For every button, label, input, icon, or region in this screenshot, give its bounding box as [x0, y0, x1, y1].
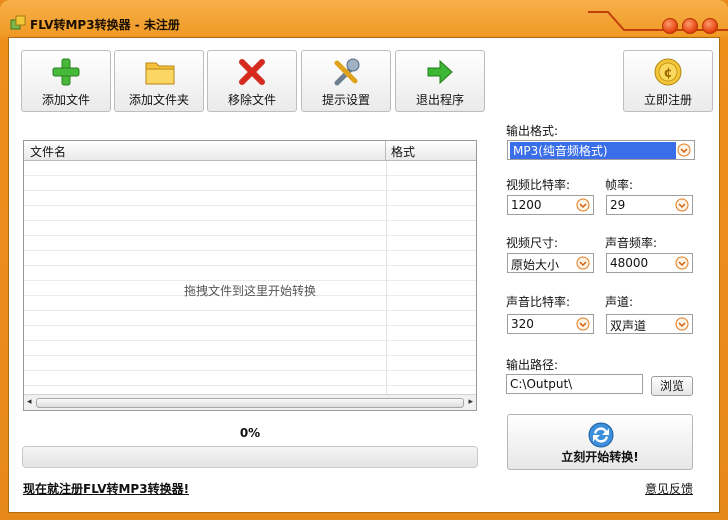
- column-divider[interactable]: [385, 141, 386, 160]
- framerate-value: 29: [610, 198, 626, 212]
- video-bitrate-select[interactable]: 1200: [507, 195, 594, 215]
- progress-percent: 0%: [239, 426, 261, 440]
- plus-icon: [52, 58, 80, 86]
- register-now-label: 立即注册: [643, 93, 692, 107]
- add-folder-button[interactable]: 添加文件夹: [114, 50, 204, 112]
- channels-label: 声道:: [605, 295, 634, 309]
- chevron-down-icon: [675, 256, 689, 270]
- sample-rate-value: 48000: [610, 256, 649, 270]
- delete-x-icon: [239, 59, 265, 85]
- minimize-button[interactable]: [662, 18, 678, 34]
- channels-value: 双声道: [610, 319, 647, 333]
- register-link[interactable]: 现在就注册FLV转MP3转换器!: [23, 480, 189, 497]
- register-now-button[interactable]: ¢ 立即注册: [623, 50, 713, 112]
- convert-refresh-icon: [588, 422, 614, 448]
- start-convert-button[interactable]: 立刻开始转换!: [507, 414, 693, 470]
- browse-button[interactable]: 浏览: [651, 376, 693, 396]
- start-convert-label: 立刻开始转换!: [561, 450, 639, 464]
- output-path-input[interactable]: C:\Output\: [506, 374, 643, 394]
- channels-select[interactable]: 双声道: [606, 314, 693, 334]
- output-format-select[interactable]: MP3(纯音频格式): [507, 140, 695, 160]
- title-bar[interactable]: FLV转MP3转换器 - 未注册: [0, 0, 728, 36]
- sample-rate-label: 声音频率:: [605, 236, 658, 250]
- svg-text:¢: ¢: [663, 66, 672, 81]
- column-format[interactable]: 格式: [391, 143, 415, 160]
- folder-icon: [145, 62, 175, 85]
- framerate-label: 帧率:: [605, 178, 634, 192]
- audio-bitrate-value: 320: [511, 317, 534, 331]
- maximize-button[interactable]: [682, 18, 698, 34]
- remove-file-label: 移除文件: [227, 93, 276, 107]
- tools-icon: [334, 58, 360, 86]
- chevron-down-icon: [576, 317, 590, 331]
- progress-bar: [22, 446, 478, 468]
- audio-bitrate-select[interactable]: 320: [507, 314, 594, 334]
- drop-hint-text: 拖拽文件到这里开始转换: [183, 284, 316, 298]
- column-filename[interactable]: 文件名: [30, 143, 66, 160]
- video-bitrate-value: 1200: [511, 198, 542, 212]
- chevron-down-icon: [675, 198, 689, 212]
- audio-bitrate-label: 声音比特率:: [506, 295, 571, 309]
- app-logo-icon: [10, 15, 26, 30]
- exit-program-label: 退出程序: [415, 93, 464, 107]
- video-size-value: 原始大小: [511, 258, 560, 272]
- scroll-right-icon[interactable]: ▸: [468, 397, 473, 407]
- remove-file-button[interactable]: 移除文件: [207, 50, 297, 112]
- chevron-down-icon: [576, 256, 590, 270]
- output-path-label: 输出路径:: [506, 358, 559, 372]
- file-list-header: 文件名 格式: [24, 141, 476, 161]
- video-size-label: 视频尺寸:: [506, 236, 559, 250]
- output-format-label: 输出格式:: [506, 124, 559, 138]
- exit-program-button[interactable]: 退出程序: [395, 50, 485, 112]
- video-size-select[interactable]: 原始大小: [507, 253, 594, 273]
- scroll-left-icon[interactable]: ◂: [27, 397, 32, 407]
- horizontal-scrollbar[interactable]: ◂ ▸: [24, 394, 476, 410]
- app-window: FLV转MP3转换器 - 未注册 添加文件 添加文件夹 移除文件 提示设置 退出…: [0, 0, 728, 520]
- scroll-thumb[interactable]: [36, 398, 464, 408]
- framerate-select[interactable]: 29: [606, 195, 693, 215]
- main-panel: 添加文件 添加文件夹 移除文件 提示设置 退出程序 ¢ 立即注册 文件名 格式 …: [8, 37, 720, 513]
- exit-arrow-icon: [427, 59, 453, 85]
- row-column-divider: [386, 161, 387, 394]
- add-file-button[interactable]: 添加文件: [21, 50, 111, 112]
- prompt-settings-button[interactable]: 提示设置: [301, 50, 391, 112]
- prompt-settings-label: 提示设置: [321, 93, 370, 107]
- close-button[interactable]: [702, 18, 718, 34]
- feedback-link[interactable]: 意见反馈: [645, 480, 693, 497]
- file-list[interactable]: 文件名 格式 拖拽文件到这里开始转换 ◂ ▸: [23, 140, 477, 411]
- chevron-down-icon: [576, 198, 590, 212]
- chevron-down-icon: [677, 143, 691, 157]
- add-file-label: 添加文件: [41, 93, 90, 107]
- video-bitrate-label: 视频比特率:: [506, 178, 571, 192]
- file-list-rows: 拖拽文件到这里开始转换: [24, 161, 476, 394]
- window-title: FLV转MP3转换器 - 未注册: [30, 18, 180, 32]
- chevron-down-icon: [675, 317, 689, 331]
- add-folder-label: 添加文件夹: [128, 93, 189, 107]
- sample-rate-select[interactable]: 48000: [606, 253, 693, 273]
- output-format-value: MP3(纯音频格式): [510, 142, 676, 159]
- coin-icon: ¢: [654, 58, 682, 86]
